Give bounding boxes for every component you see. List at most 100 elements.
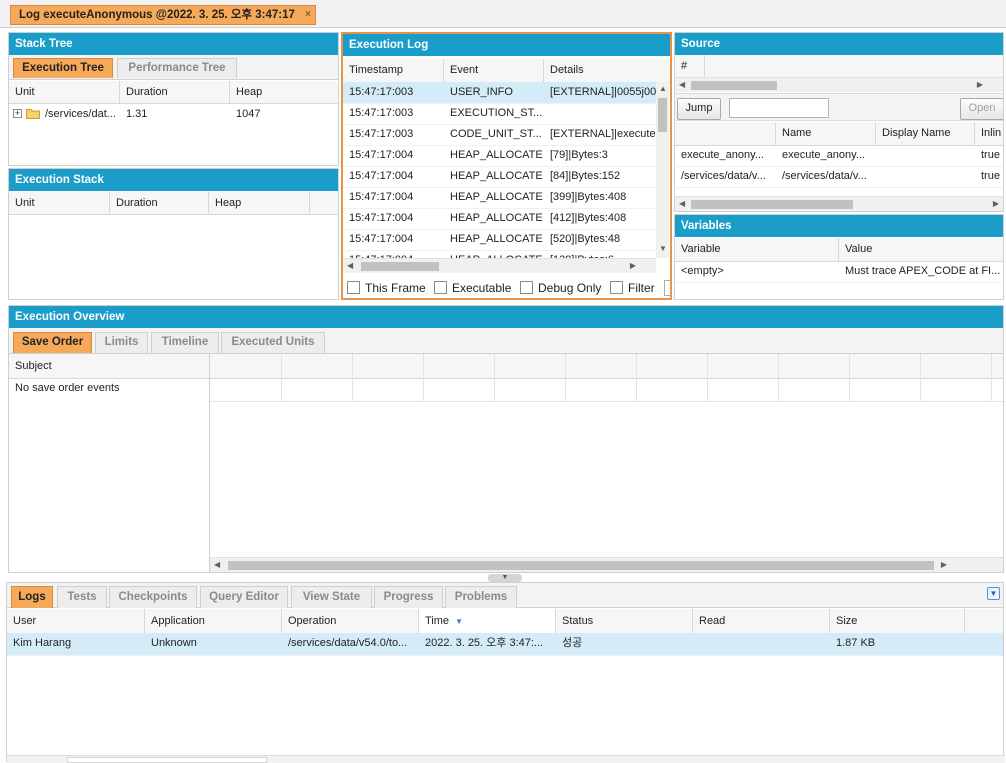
- column-duration[interactable]: Duration: [120, 81, 230, 103]
- log-event: HEAP_ALLOCATE: [450, 191, 543, 203]
- column-display-name[interactable]: Display Name: [876, 122, 975, 145]
- tab-execution-tree[interactable]: Execution Tree: [13, 58, 113, 78]
- log-horizontal-scrollbar[interactable]: ◀ ▶: [343, 258, 656, 273]
- execution-stack-title: Execution Stack: [9, 169, 338, 191]
- column-status[interactable]: Status: [556, 609, 693, 633]
- stack-tree-row[interactable]: + /services/dat... 1.31 1047: [9, 104, 338, 125]
- log-row[interactable]: 15:47:17:004 HEAP_ALLOCATE [399]|Bytes:4…: [343, 187, 657, 209]
- close-tab-icon[interactable]: ×: [305, 6, 311, 24]
- variable-row[interactable]: <empty> Must trace APEX_CODE at FI...: [675, 261, 1003, 283]
- column-user[interactable]: User: [7, 609, 145, 633]
- scroll-left-icon[interactable]: ◀: [214, 558, 220, 572]
- jump-input[interactable]: [729, 98, 829, 118]
- column-event[interactable]: Event: [444, 59, 544, 82]
- jump-button[interactable]: Jump: [677, 98, 721, 120]
- this-frame-checkbox[interactable]: This Frame: [347, 278, 426, 298]
- column-blank[interactable]: [675, 122, 776, 145]
- log-row[interactable]: 15:47:17:004 HEAP_ALLOCATE [520]|Bytes:4…: [343, 229, 657, 251]
- tab-save-order[interactable]: Save Order: [13, 332, 92, 353]
- scroll-up-icon[interactable]: ▲: [659, 84, 667, 93]
- column-details[interactable]: Details: [544, 59, 670, 82]
- folder-icon: [26, 108, 40, 119]
- scroll-right-icon[interactable]: ▶: [941, 558, 947, 572]
- debug-only-label: Debug Only: [538, 281, 602, 295]
- log-entry-row[interactable]: Kim Harang Unknown /services/data/v54.0/…: [7, 633, 1003, 656]
- column-unit[interactable]: Unit: [9, 192, 110, 214]
- filter-checkbox[interactable]: Filter: [610, 278, 655, 298]
- log-vscroll-thumb[interactable]: [658, 98, 667, 132]
- log-row[interactable]: 15:47:17:004 HEAP_ALLOCATE [412]|Bytes:4…: [343, 208, 657, 230]
- source-table-horizontal-scrollbar[interactable]: ◀ ▶: [675, 196, 1003, 211]
- source-table-hscroll-thumb[interactable]: [691, 200, 853, 209]
- log-timestamp: 15:47:17:004: [349, 170, 414, 182]
- log-document-tab[interactable]: Log executeAnonymous @2022. 3. 25. 오후 3:…: [10, 5, 316, 25]
- scroll-left-icon[interactable]: ◀: [347, 259, 353, 273]
- tab-problems[interactable]: Problems: [445, 586, 517, 608]
- log-details: [139]|Bytes:6: [544, 250, 657, 258]
- tab-query-editor[interactable]: Query Editor: [200, 586, 288, 608]
- log-event: CODE_UNIT_ST...: [450, 128, 542, 140]
- scroll-right-icon[interactable]: ▶: [993, 197, 999, 211]
- variable-name: <empty>: [681, 265, 724, 277]
- expand-icon[interactable]: +: [13, 109, 22, 118]
- column-read[interactable]: Read: [693, 609, 830, 633]
- column-unit[interactable]: Unit: [9, 81, 120, 103]
- log-row[interactable]: 15:47:17:003 USER_INFO [EXTERNAL]|0055j0…: [343, 82, 657, 104]
- filter-label: Filter: [628, 281, 655, 295]
- source-row[interactable]: execute_anony... execute_anony... true: [675, 145, 1003, 167]
- stack-tree-panel: Stack Tree Execution Tree Performance Tr…: [8, 32, 339, 166]
- column-name[interactable]: Name: [776, 122, 876, 145]
- log-vertical-scrollbar[interactable]: ▲ ▼: [656, 82, 669, 258]
- log-row[interactable]: 15:47:17:004 HEAP_ALLOCATE [84]|Bytes:15…: [343, 166, 657, 188]
- log-timestamp: 15:47:17:003: [349, 86, 414, 98]
- tab-limits[interactable]: Limits: [95, 332, 148, 353]
- column-subject[interactable]: Subject: [9, 354, 210, 378]
- scroll-down-icon[interactable]: ▼: [659, 244, 667, 253]
- column-heap[interactable]: Heap: [230, 81, 338, 103]
- collapse-panel-icon[interactable]: ▼: [987, 587, 1000, 600]
- column-timestamp[interactable]: Timestamp: [343, 59, 444, 82]
- tab-checkpoints[interactable]: Checkpoints: [109, 586, 197, 608]
- column-value[interactable]: Value: [839, 238, 1003, 261]
- column-operation[interactable]: Operation: [282, 609, 419, 633]
- scroll-left-icon[interactable]: ◀: [679, 78, 685, 92]
- log-row[interactable]: 15:47:17:003 EXECUTION_ST...: [343, 103, 657, 125]
- log-row[interactable]: 15:47:17:004 HEAP_ALLOCATE [139]|Bytes:6: [343, 250, 657, 258]
- log-row[interactable]: 15:47:17:003 CODE_UNIT_ST... [EXTERNAL]|…: [343, 124, 657, 146]
- column-duration[interactable]: Duration: [110, 192, 209, 214]
- source-hscroll-thumb[interactable]: [691, 81, 777, 90]
- column-size[interactable]: Size: [830, 609, 965, 633]
- tab-logs[interactable]: Logs: [11, 586, 53, 608]
- log-details: [544, 103, 657, 124]
- filter-input[interactable]: [664, 280, 670, 296]
- tab-tests[interactable]: Tests: [57, 586, 107, 608]
- column-line-number[interactable]: #: [675, 55, 705, 77]
- scroll-right-icon[interactable]: ▶: [977, 78, 983, 92]
- log-entry-application: Unknown: [151, 637, 197, 649]
- splitter-handle[interactable]: ▼: [488, 574, 522, 582]
- scroll-right-icon[interactable]: ▶: [630, 259, 636, 273]
- source-horizontal-scrollbar[interactable]: ◀ ▶: [675, 77, 1003, 92]
- tab-progress[interactable]: Progress: [374, 586, 443, 608]
- column-heap[interactable]: Heap: [209, 192, 310, 214]
- column-inline[interactable]: Inlin: [975, 122, 1003, 145]
- bottom-input-edge[interactable]: [67, 757, 267, 763]
- executable-checkbox[interactable]: Executable: [434, 278, 511, 298]
- log-timestamp: 15:47:17:003: [349, 128, 414, 140]
- log-hscroll-thumb[interactable]: [361, 262, 439, 271]
- tab-performance-tree[interactable]: Performance Tree: [117, 58, 237, 78]
- debug-only-checkbox[interactable]: Debug Only: [520, 278, 601, 298]
- open-button[interactable]: Open: [960, 98, 1003, 120]
- source-row[interactable]: /services/data/v... /services/data/v... …: [675, 166, 1003, 188]
- column-variable[interactable]: Variable: [675, 238, 839, 261]
- column-time[interactable]: Time ▼: [419, 609, 556, 633]
- scroll-left-icon[interactable]: ◀: [679, 197, 685, 211]
- stack-tree-title: Stack Tree: [9, 33, 338, 55]
- tab-executed-units[interactable]: Executed Units: [221, 332, 325, 353]
- column-application[interactable]: Application: [145, 609, 282, 633]
- tab-view-state[interactable]: View State: [291, 586, 372, 608]
- log-row[interactable]: 15:47:17:004 HEAP_ALLOCATE [79]|Bytes:3: [343, 145, 657, 167]
- overview-horizontal-scrollbar[interactable]: ◀ ▶: [210, 557, 1003, 572]
- overview-hscroll-thumb[interactable]: [228, 561, 934, 570]
- tab-timeline[interactable]: Timeline: [151, 332, 219, 353]
